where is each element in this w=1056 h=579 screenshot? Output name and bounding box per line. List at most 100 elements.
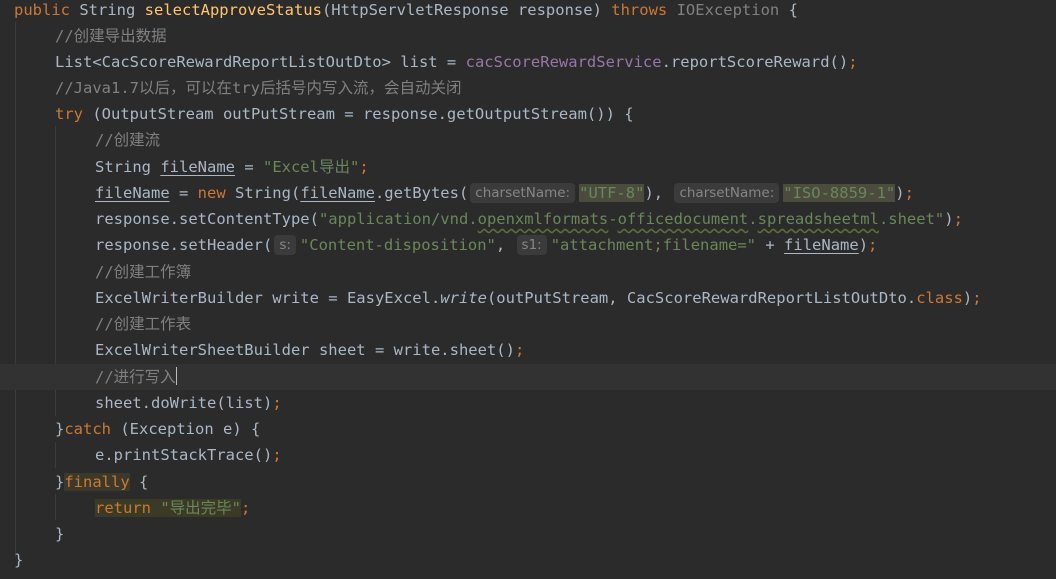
method-name: selectApproveStatus — [144, 1, 322, 19]
keyword-return: return — [95, 499, 161, 517]
keyword-new: new — [197, 184, 235, 202]
string-literal: - — [608, 210, 618, 228]
operator: + — [756, 236, 785, 254]
parameter-hint: s1: — [516, 235, 547, 255]
code-line-9[interactable]: response.setContentType("application/vnd… — [95, 206, 1056, 232]
string-literal: "导出完毕" — [160, 499, 241, 517]
paren: ) — [858, 236, 869, 254]
string-literal: "attachment;filename=" — [550, 236, 757, 254]
indent-guide — [15, 22, 16, 557]
string-literal: "application/vnd. — [318, 210, 478, 228]
comment: //创建流 — [95, 131, 161, 149]
type-string: String — [95, 158, 161, 176]
string-literal: "UTF-8" — [579, 184, 645, 202]
method-call: .getBytes( — [374, 184, 469, 202]
variable-filename: fileName — [160, 158, 235, 176]
code-line-12[interactable]: ExcelWriterBuilder write = EasyExcel.wri… — [95, 285, 1056, 311]
method-args: (outPutStream, CacScoreRewardReportListO… — [486, 289, 917, 307]
code-line-6[interactable]: //创建流 — [95, 127, 1056, 153]
brace: } — [55, 473, 65, 491]
string-literal: "ISO-8859-1" — [783, 184, 896, 202]
code-line-5[interactable]: try (OutputStream outPutStream = respons… — [55, 101, 1056, 127]
constructor: String( — [234, 184, 301, 202]
string-literal: officedocument — [617, 210, 749, 228]
code-line-2[interactable]: //创建导出数据 — [55, 23, 1056, 49]
code-line-20[interactable]: return "导出完毕"; — [95, 495, 1056, 521]
paren: ) — [895, 184, 905, 202]
list-declaration: List<CacScoreRewardReportListOutDto> lis… — [55, 53, 466, 71]
comment: //创建工作表 — [95, 315, 192, 333]
code-line-18[interactable]: e.printStackTrace(); — [95, 442, 1056, 468]
semicolon: ; — [241, 499, 251, 517]
method-call: .reportScoreReward() — [661, 53, 849, 71]
code-line-4[interactable]: //Java1.7以后，可以在try后括号内写入流，会自动关闭 — [55, 75, 1056, 101]
builder-declaration: ExcelWriterBuilder write = EasyExcel. — [95, 289, 441, 307]
code-line-10[interactable]: response.setHeader(s: "Content-dispositio… — [95, 232, 1056, 258]
string-literal: openxmlformats — [477, 210, 609, 228]
variable-filename: fileName — [300, 184, 375, 202]
method-call: response.setHeader( — [95, 236, 273, 254]
comment: //进行写入 — [95, 368, 176, 386]
code-line-7[interactable]: String fileName = "Excel导出"; — [95, 154, 1056, 180]
string-literal: . — [748, 210, 758, 228]
variable-filename: fileName — [784, 236, 859, 254]
keyword-public: public — [14, 1, 80, 19]
keyword-class: class — [916, 289, 963, 307]
string-literal: "Excel导出" — [262, 158, 360, 176]
method-call: response.setContentType( — [95, 210, 319, 228]
comment: //Java1.7以后，可以在try后括号内写入流，会自动关闭 — [55, 79, 462, 97]
parameter-hint: s: — [274, 235, 296, 255]
code-line-15-current[interactable]: //进行写入 — [0, 364, 1056, 390]
string-literal: spreadsheetml — [757, 210, 879, 228]
string-literal: .sheet" — [878, 210, 945, 228]
brace: } — [55, 420, 65, 438]
code-line-1[interactable]: public String selectApproveStatus(HttpSe… — [14, 0, 1056, 23]
paren: ) — [944, 210, 954, 228]
semicolon: ; — [272, 446, 282, 464]
operator: = — [234, 158, 263, 176]
exception-type: IOException — [676, 1, 780, 19]
code-line-22[interactable]: } — [14, 547, 1056, 573]
keyword-try: try — [55, 105, 93, 123]
code-line-11[interactable]: //创建工作簿 — [95, 259, 1056, 285]
punctuation: , — [495, 236, 515, 254]
punctuation: ), — [644, 184, 664, 202]
keyword-catch: catch — [64, 420, 121, 438]
operator: = — [169, 184, 198, 202]
semicolon: ; — [904, 184, 914, 202]
code-line-16[interactable]: sheet.doWrite(list); — [95, 390, 1056, 416]
code-line-19[interactable]: }finally { — [55, 469, 1056, 495]
try-resource: (OutputStream outPutStream = response.ge… — [92, 105, 634, 123]
semicolon: ; — [272, 394, 282, 412]
code-editor[interactable]: public String selectApproveStatus(HttpSe… — [0, 0, 1056, 579]
keyword-finally: finally — [64, 473, 130, 491]
brace: { — [129, 473, 149, 491]
comment: //创建工作簿 — [95, 263, 192, 281]
code-line-21[interactable]: } — [55, 521, 1056, 547]
parameter-hint: charsetName: — [674, 183, 780, 203]
method-call: sheet.doWrite(list) — [95, 394, 273, 412]
code-line-8[interactable]: fileName = new String(fileName.getBytes(… — [95, 180, 1056, 206]
semicolon: ; — [359, 158, 369, 176]
code-line-13[interactable]: //创建工作表 — [95, 311, 1056, 337]
semicolon: ; — [868, 236, 878, 254]
service-field: cacScoreRewardService — [465, 53, 662, 71]
indent-guide — [55, 442, 56, 468]
code-line-14[interactable]: ExcelWriterSheetBuilder sheet = write.sh… — [95, 337, 1056, 363]
sheet-declaration: ExcelWriterSheetBuilder sheet = write.sh… — [95, 341, 515, 359]
semicolon: ; — [514, 341, 525, 359]
semicolon: ; — [972, 289, 982, 307]
brace: { — [779, 1, 798, 19]
keyword-throws: throws — [611, 1, 677, 19]
parameter-hint: charsetName: — [470, 183, 576, 203]
code-line-17[interactable]: }catch (Exception e) { — [55, 416, 1056, 442]
return-type: String — [79, 1, 145, 19]
comment: //创建导出数据 — [55, 27, 167, 45]
catch-clause: (Exception e) { — [120, 420, 261, 438]
variable-filename: fileName — [95, 184, 170, 202]
code-line-3[interactable]: List<CacScoreRewardReportListOutDto> lis… — [55, 49, 1056, 75]
paren: ) — [962, 289, 973, 307]
static-method: write — [440, 289, 487, 307]
brace: } — [55, 525, 65, 543]
semicolon: ; — [848, 53, 858, 71]
